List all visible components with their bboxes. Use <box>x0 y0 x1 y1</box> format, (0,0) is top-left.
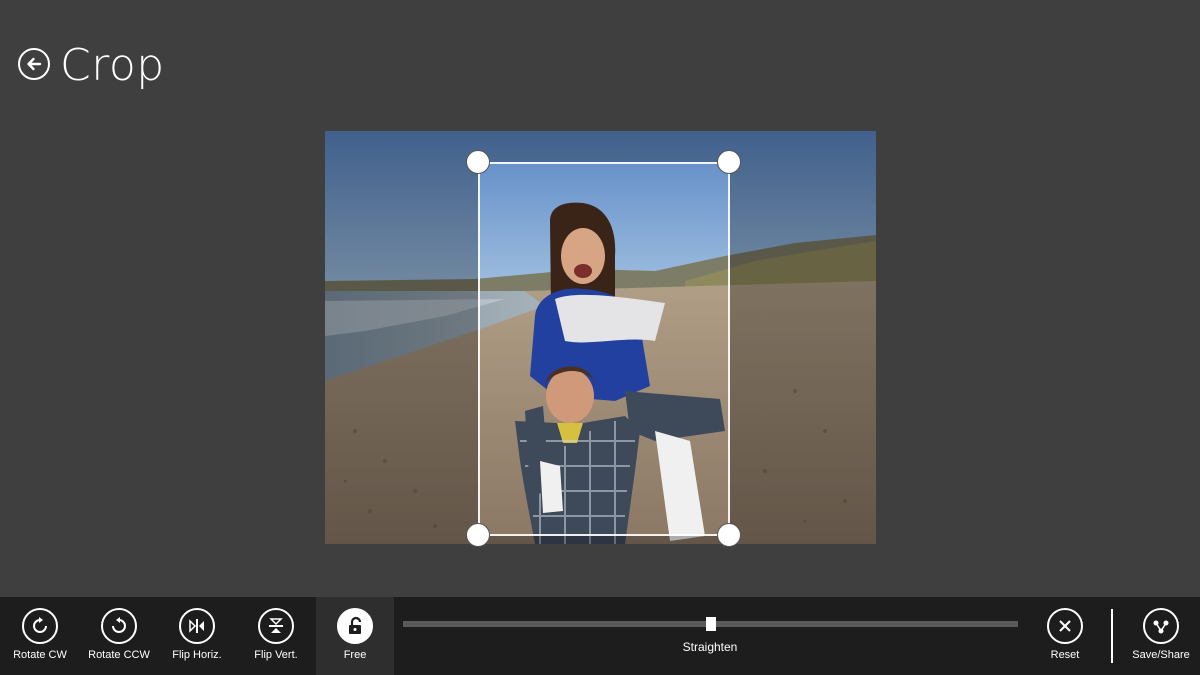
free-aspect-button[interactable]: Free <box>316 597 394 675</box>
flip-vertical-button[interactable]: Flip Vert. <box>237 597 315 675</box>
straighten-label: Straighten <box>682 640 738 654</box>
free-aspect-label: Free <box>343 649 367 661</box>
share-icon <box>1143 608 1179 644</box>
crop-shade-right <box>730 131 876 544</box>
flip-horizontal-button[interactable]: Flip Horiz. <box>158 597 236 675</box>
reset-label: Reset <box>1050 649 1080 661</box>
straighten-slider[interactable] <box>403 617 1018 631</box>
flip-vertical-icon <box>258 608 294 644</box>
crop-frame[interactable] <box>478 162 730 536</box>
crop-shade-bottom <box>478 536 730 544</box>
rotate-cw-button[interactable]: Rotate CW <box>1 597 79 675</box>
reset-button[interactable]: Reset <box>1026 597 1104 675</box>
straighten-slider-thumb[interactable] <box>706 617 716 631</box>
crop-handle-bottom-left[interactable] <box>466 523 490 547</box>
crop-handle-bottom-right[interactable] <box>717 523 741 547</box>
page-title: Crop <box>60 40 165 91</box>
crop-handle-top-left[interactable] <box>466 150 490 174</box>
photo-canvas[interactable] <box>325 131 876 544</box>
appbar-divider <box>1111 609 1113 663</box>
flip-horizontal-label: Flip Horiz. <box>172 649 222 661</box>
crop-handle-top-right[interactable] <box>717 150 741 174</box>
app-bar: Rotate CW Rotate CCW Flip Horiz. Flip Ve… <box>0 597 1200 675</box>
back-arrow-icon[interactable] <box>18 48 50 80</box>
unlock-icon <box>337 608 373 644</box>
rotate-ccw-button[interactable]: Rotate CCW <box>80 597 158 675</box>
crop-shade-top <box>478 131 730 162</box>
close-icon <box>1047 608 1083 644</box>
rotate-cw-label: Rotate CW <box>13 649 67 661</box>
header: Crop <box>18 36 165 96</box>
flip-vertical-label: Flip Vert. <box>254 649 298 661</box>
rotate-cw-icon <box>22 608 58 644</box>
flip-horizontal-icon <box>179 608 215 644</box>
rotate-ccw-label: Rotate CCW <box>88 649 150 661</box>
rotate-ccw-icon <box>101 608 137 644</box>
save-share-label: Save/Share <box>1132 649 1190 661</box>
crop-shade-left <box>325 131 478 544</box>
save-share-button[interactable]: Save/Share <box>1122 597 1200 675</box>
